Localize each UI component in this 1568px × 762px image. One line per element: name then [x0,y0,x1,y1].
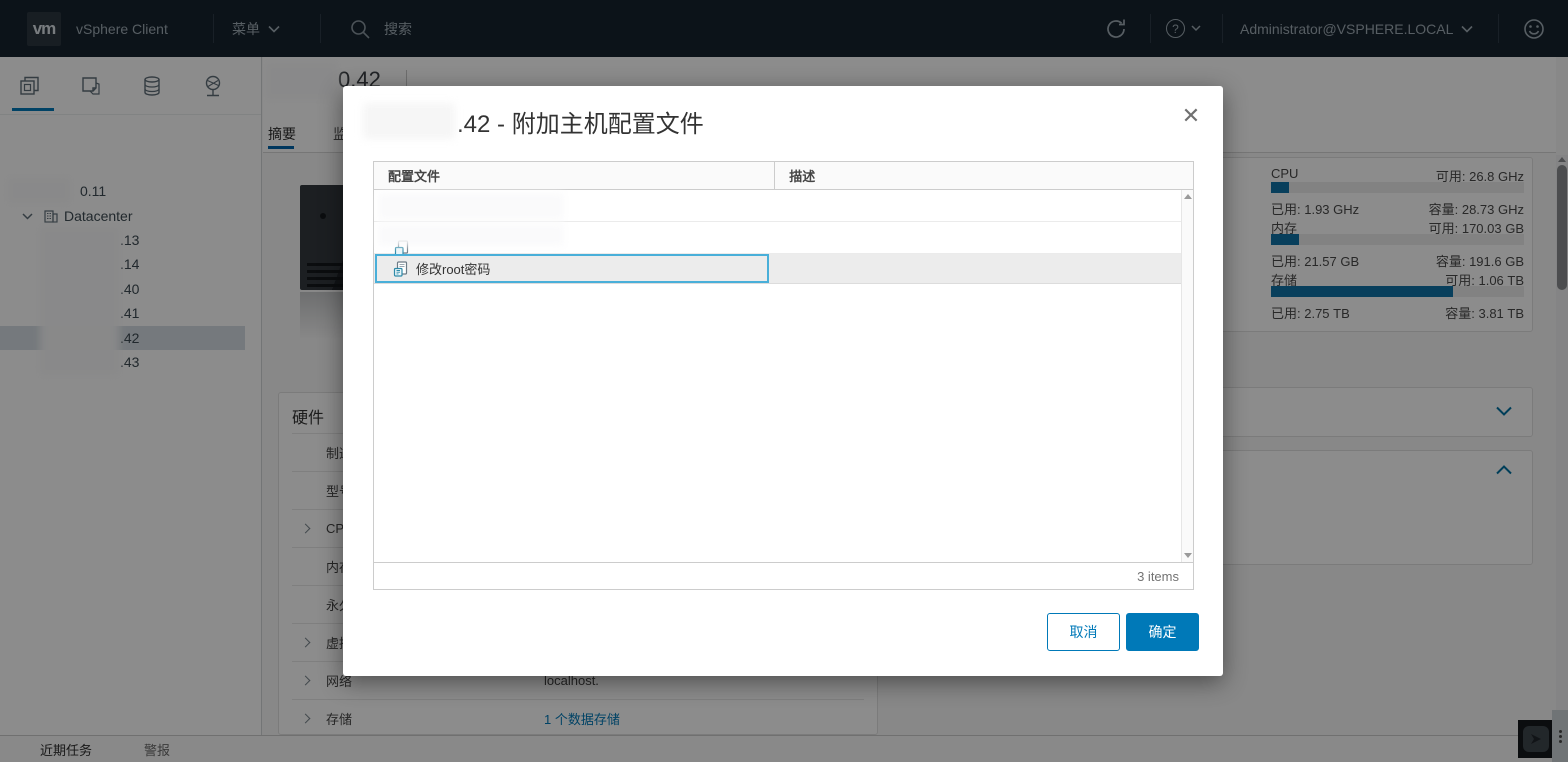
profiles-datagrid: 配置文件 描述 修改root密码 [373,161,1194,590]
ok-button[interactable]: 确定 [1126,613,1199,651]
datagrid-header: 配置文件 描述 [373,161,1194,190]
datagrid-body: 修改root密码 [373,190,1194,562]
attach-host-profile-dialog: .42 - 附加主机配置文件 ✕ 配置文件 描述 修改root密码 [343,86,1223,676]
datagrid-scrollbar[interactable] [1181,190,1193,562]
column-header-description[interactable]: 描述 [775,162,1193,189]
profile-name: 修改root密码 [416,259,490,278]
profile-row-redacted[interactable] [374,190,1181,222]
vsphere-client-window: vm vSphere Client 菜单 搜索 ? Administrator@… [0,0,1568,762]
host-profile-icon [393,261,409,277]
dialog-title-text: .42 - 附加主机配置文件 [457,104,704,139]
item-count: 3 items [1137,569,1179,584]
dialog-title: .42 - 附加主机配置文件 [363,103,704,139]
profile-row-selected[interactable]: 修改root密码 [374,254,1181,284]
redacted-blur [363,103,455,139]
scroll-down-arrow[interactable] [1184,553,1192,558]
scroll-up-arrow[interactable] [1184,194,1192,199]
datagrid-footer: 3 items [373,562,1194,590]
profile-row-redacted[interactable] [374,222,1181,254]
selected-profile-cell[interactable]: 修改root密码 [375,254,769,283]
redacted-blur [378,193,564,220]
redacted-blur [378,224,564,246]
column-header-profile[interactable]: 配置文件 [374,162,775,189]
cancel-button[interactable]: 取消 [1047,613,1120,651]
close-icon[interactable]: ✕ [1179,104,1203,128]
